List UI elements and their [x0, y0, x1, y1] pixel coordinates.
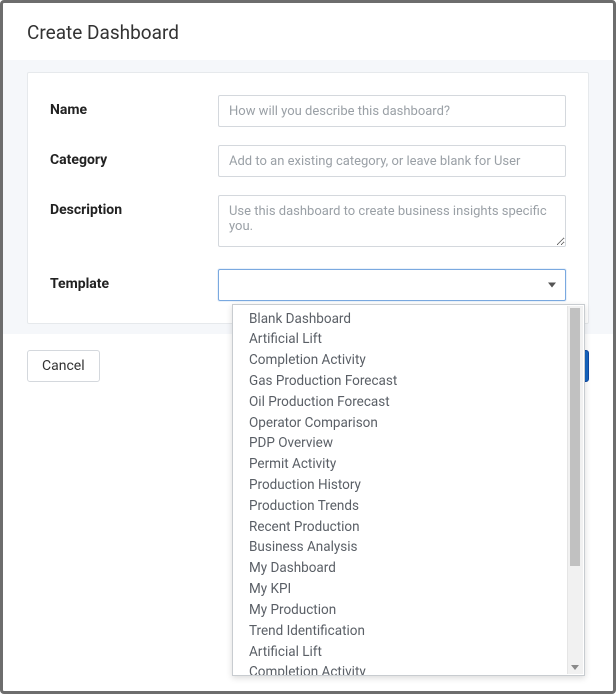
template-option[interactable]: Completion Activity — [233, 351, 584, 372]
chevron-down-icon[interactable] — [571, 665, 579, 670]
description-row: Description — [50, 195, 566, 251]
template-option[interactable]: Blank Dashboard — [233, 309, 584, 330]
template-option[interactable]: Artificial Lift — [233, 642, 584, 663]
cancel-button[interactable]: Cancel — [27, 350, 100, 382]
template-option[interactable]: Trend Identification — [233, 621, 584, 642]
template-dropdown[interactable]: Blank DashboardArtificial LiftCompletion… — [232, 304, 585, 676]
template-option[interactable]: Oil Production Forecast — [233, 392, 584, 413]
category-row: Category — [50, 145, 566, 177]
template-option[interactable]: My Dashboard — [233, 559, 584, 580]
template-option[interactable]: Production Trends — [233, 496, 584, 517]
template-option[interactable]: PDP Overview — [233, 434, 584, 455]
template-select[interactable] — [218, 269, 566, 301]
template-option[interactable]: Gas Production Forecast — [233, 371, 584, 392]
create-dashboard-modal: Create Dashboard Name Category Descripti… — [0, 0, 616, 694]
name-input[interactable] — [218, 95, 566, 127]
name-label: Name — [50, 95, 218, 118]
template-option[interactable]: Business Analysis — [233, 538, 584, 559]
template-option[interactable]: My Production — [233, 600, 584, 621]
template-option[interactable]: Completion Activity — [233, 663, 584, 675]
template-option[interactable]: My KPI — [233, 580, 584, 601]
form-card: Name Category Description Template — [27, 72, 589, 324]
name-row: Name — [50, 95, 566, 127]
template-label: Template — [50, 269, 218, 292]
description-input[interactable] — [218, 195, 566, 247]
dropdown-scrollbar-thumb[interactable] — [570, 308, 580, 566]
category-label: Category — [50, 145, 218, 168]
modal-title: Create Dashboard — [3, 3, 613, 60]
template-row: Template — [50, 269, 566, 301]
template-option[interactable]: Operator Comparison — [233, 413, 584, 434]
template-option[interactable]: Production History — [233, 476, 584, 497]
template-option[interactable]: Permit Activity — [233, 455, 584, 476]
template-option[interactable]: Artificial Lift — [233, 330, 584, 351]
dropdown-scrollbar-track[interactable] — [567, 306, 583, 674]
category-input[interactable] — [218, 145, 566, 177]
template-option[interactable]: Recent Production — [233, 517, 584, 538]
description-label: Description — [50, 195, 218, 218]
modal-body: Name Category Description Template — [3, 60, 613, 334]
